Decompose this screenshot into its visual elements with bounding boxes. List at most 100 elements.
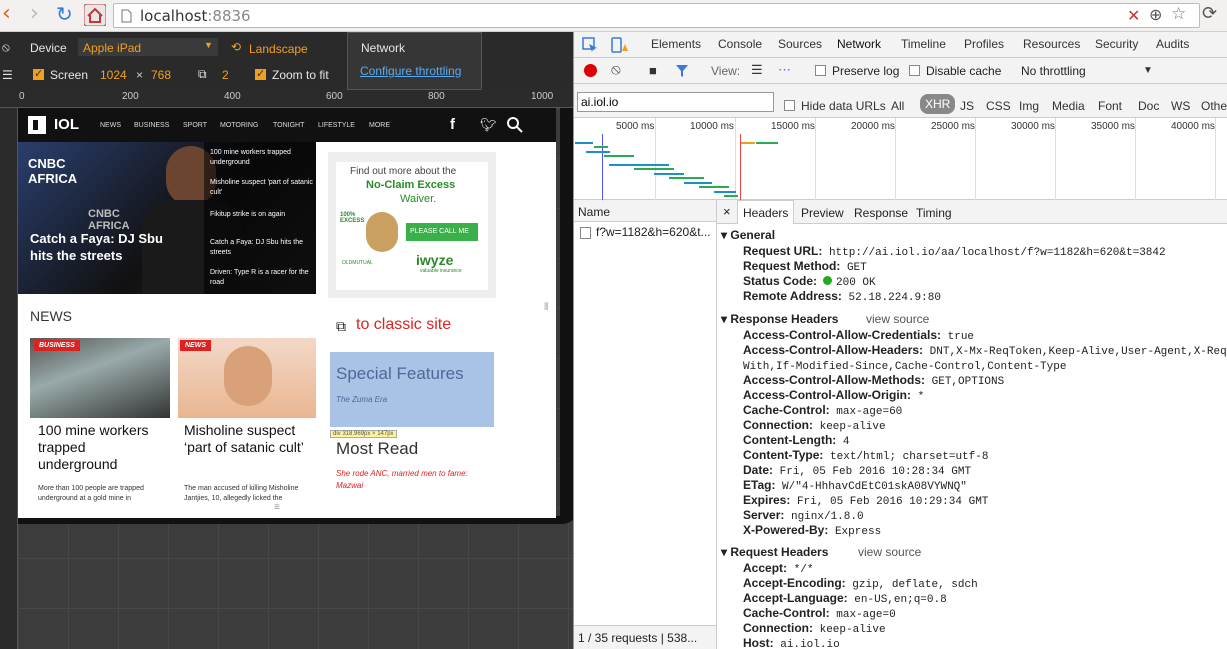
hide-data-urls-checkbox[interactable]: Hide data URLs — [784, 99, 886, 113]
card1-title[interactable]: 100 mine workers trapped underground — [38, 422, 168, 473]
tab-resources[interactable]: Resources — [1023, 37, 1080, 51]
device-mode-icon[interactable] — [611, 37, 629, 53]
filter-type-other[interactable]: Othe — [1201, 99, 1227, 113]
tab-network[interactable]: Network — [837, 37, 881, 51]
close-icon[interactable]: × — [723, 204, 731, 219]
throttle-select[interactable]: No throttling — [1021, 64, 1086, 78]
most-read-item[interactable]: She rode ANC, married men to fame: Mazwa… — [336, 468, 486, 492]
zoom-to-fit-checkbox[interactable]: Zoom to fit — [255, 67, 329, 82]
external-link-icon[interactable]: ⧉ — [336, 318, 346, 335]
request-headers-toggle[interactable]: ▾ Request Headers — [721, 545, 828, 559]
special-features-box[interactable]: Special Features The Zuma Era — [330, 352, 494, 427]
hero-title[interactable]: Catch a Faya: DJ Sbu hits the streets — [30, 230, 180, 264]
nav-sport[interactable]: SPORT — [183, 122, 207, 129]
request-view-source-link[interactable]: view source — [858, 545, 921, 559]
side-item[interactable]: Driven: Type R is a racer for the road — [210, 268, 314, 288]
tab-elements[interactable]: Elements — [651, 37, 701, 51]
filter-input[interactable] — [577, 92, 774, 112]
home-icon[interactable] — [84, 4, 106, 26]
emulated-page[interactable]: IOL NEWS BUSINESS SPORT MOTORING TONIGHT… — [18, 108, 556, 518]
extension-icon[interactable]: ⟳ — [1202, 3, 1217, 24]
side-item[interactable]: Misholine suspect 'part of satanic cult' — [210, 178, 314, 198]
side-item[interactable]: Catch a Faya: DJ Sbu hits the streets — [210, 238, 314, 258]
facebook-icon[interactable]: f — [450, 116, 455, 133]
inspect-element-icon[interactable] — [582, 37, 598, 53]
back-icon[interactable]: ‹ — [2, 3, 11, 25]
filter-type-font[interactable]: Font — [1098, 99, 1122, 113]
name-header[interactable]: Name — [574, 200, 716, 222]
filter-type-ws[interactable]: WS — [1171, 99, 1190, 113]
camera-icon[interactable]: ■ — [649, 63, 657, 78]
disable-cache-checkbox[interactable]: Disable cache — [909, 64, 1001, 78]
filter-type-doc[interactable]: Doc — [1138, 99, 1159, 113]
device-emulation-bar: ⦸ Device Apple iPad ▼ ⟲ Landscape ☰ Scre… — [0, 32, 573, 90]
tab-audits[interactable]: Audits — [1156, 37, 1189, 51]
general-section-toggle[interactable]: ▾ General — [721, 228, 775, 242]
twitter-icon[interactable]: 🐦︎ — [480, 117, 497, 133]
device-select[interactable]: Apple iPad ▼ — [78, 38, 218, 56]
request-row[interactable]: f?w=1182&h=620&t... — [574, 222, 716, 242]
nav-news[interactable]: NEWS — [100, 122, 121, 129]
detail-tab-timing[interactable]: Timing — [916, 206, 952, 220]
header-row: Host: ai.iol.io — [743, 636, 840, 649]
side-item[interactable]: 100 mine workers trapped underground — [210, 148, 314, 168]
response-view-source-link[interactable]: view source — [866, 312, 929, 326]
filter-type-img[interactable]: Img — [1019, 99, 1039, 113]
filter-type-js[interactable]: JS — [960, 99, 974, 113]
search-icon[interactable] — [507, 117, 523, 133]
screen-height-input[interactable]: 768 — [151, 68, 171, 82]
filter-type-media[interactable]: Media — [1052, 99, 1085, 113]
response-headers-toggle[interactable]: ▾ Response Headers — [721, 312, 838, 326]
overview-icon[interactable]: ⋯ — [778, 62, 791, 78]
nav-more[interactable]: MORE — [369, 122, 390, 129]
nav-lifestyle[interactable]: LIFESTYLE — [318, 122, 355, 129]
configure-throttling-link[interactable]: Configure throttling — [360, 64, 461, 78]
iol-logo[interactable]: IOL — [54, 116, 79, 133]
blocked-icon[interactable]: ✕ — [1127, 6, 1140, 26]
resize-handle-right[interactable]: ⦀ — [544, 302, 548, 313]
ad-badge: 100% EXCESS — [340, 212, 365, 224]
ad-banner[interactable]: Find out more about the No-Claim Excess … — [328, 152, 496, 298]
address-bar[interactable]: localhost:8836 ✕ ⊕ ☆ — [113, 3, 1200, 28]
nav-tonight[interactable]: TONIGHT — [273, 122, 304, 129]
network-overview[interactable]: 5000 ms 10000 ms 15000 ms 20000 ms 25000… — [574, 118, 1227, 200]
tab-timeline[interactable]: Timeline — [901, 37, 946, 51]
card2-title[interactable]: Misholine suspect ‘part of satanic cult’ — [184, 422, 314, 456]
nav-business[interactable]: BUSINESS — [134, 122, 169, 129]
filter-type-all[interactable]: All — [891, 99, 904, 113]
reload-icon[interactable]: ↻ — [56, 3, 73, 25]
card1-tag[interactable]: BUSINESS — [34, 340, 80, 351]
ad-brand: OLDMUTUAL — [342, 260, 373, 266]
screen-width-input[interactable]: 1024 — [100, 68, 127, 82]
forward-icon[interactable]: › — [30, 3, 39, 25]
filter-type-xhr[interactable]: XHR — [920, 94, 956, 114]
rotate-icon[interactable]: ⟲ — [231, 40, 241, 54]
classic-site-link[interactable]: to classic site — [356, 316, 451, 334]
filter-icon[interactable] — [675, 64, 689, 78]
detail-tab-preview[interactable]: Preview — [801, 206, 844, 220]
zoom-icon[interactable]: ⊕ — [1149, 5, 1162, 25]
bookmark-star-icon[interactable]: ☆ — [1171, 4, 1186, 24]
resize-handle-bottom[interactable]: ≡ — [274, 502, 280, 513]
devtools-panel: Elements Console Sources Network Timelin… — [573, 32, 1227, 649]
dpr-input[interactable]: 2 — [222, 68, 229, 82]
ad-call-button[interactable]: PLEASE CALL ME — [406, 223, 478, 241]
screen-checkbox[interactable]: Screen — [33, 67, 88, 82]
detail-tab-response[interactable]: Response — [854, 206, 908, 220]
landscape-toggle[interactable]: Landscape — [249, 42, 308, 56]
preserve-log-checkbox[interactable]: Preserve log — [815, 64, 899, 78]
nav-motoring[interactable]: MOTORING — [220, 122, 258, 129]
side-item[interactable]: Fikitup strike is on again — [210, 210, 314, 220]
clear-icon[interactable]: ⦸ — [611, 61, 621, 78]
tab-profiles[interactable]: Profiles — [964, 37, 1004, 51]
menu-icon[interactable]: ☰ — [2, 68, 13, 82]
large-rows-icon[interactable]: ☰ — [751, 62, 763, 78]
filter-type-css[interactable]: CSS — [986, 99, 1011, 113]
card2-tag[interactable]: NEWS — [180, 340, 211, 351]
tab-sources[interactable]: Sources — [778, 37, 822, 51]
record-icon[interactable] — [584, 64, 597, 77]
detail-tab-headers[interactable]: Headers — [737, 200, 795, 224]
no-sign-icon[interactable]: ⦸ — [2, 40, 10, 55]
tab-security[interactable]: Security — [1095, 37, 1138, 51]
tab-console[interactable]: Console — [718, 37, 762, 51]
